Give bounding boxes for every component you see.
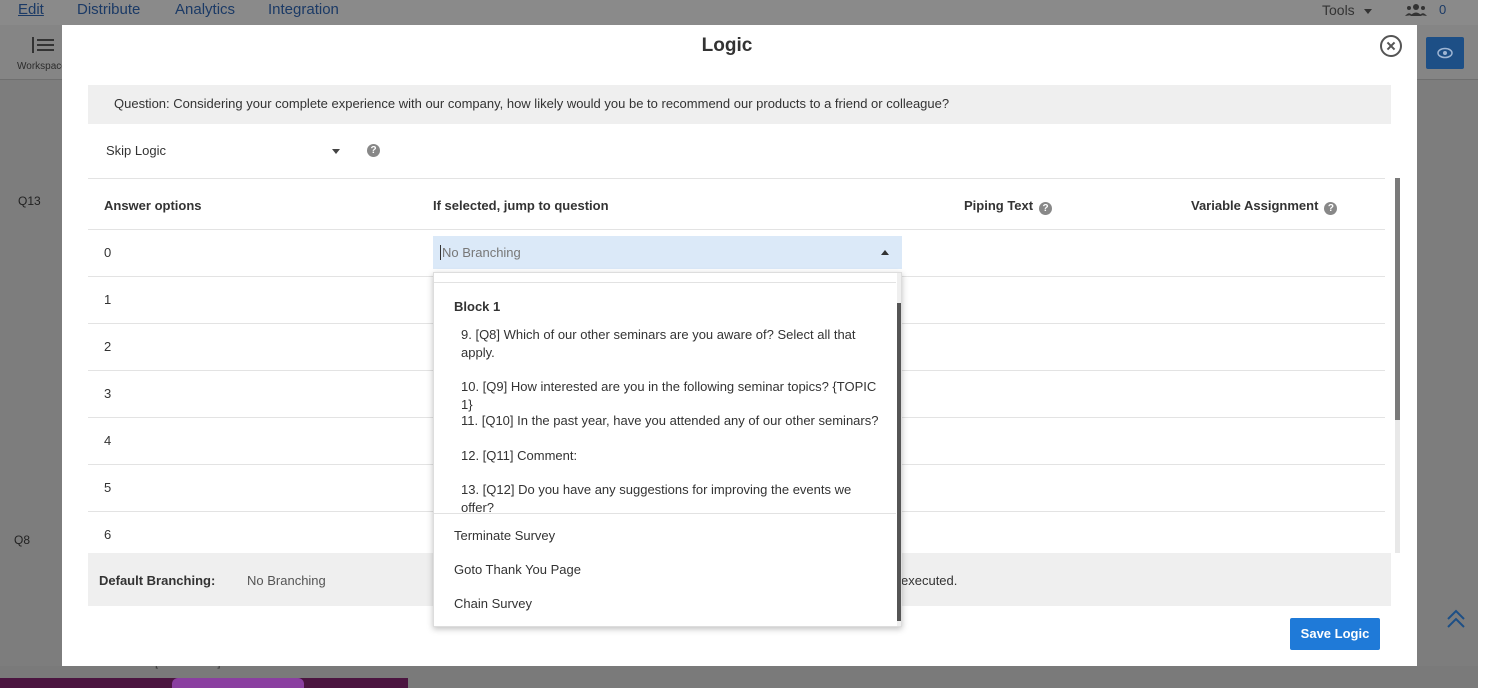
workspace-label: Workspace [17, 61, 67, 72]
question-help-icon[interactable]: ? [367, 144, 380, 157]
dropdown-terminate-survey[interactable]: Terminate Survey [454, 528, 555, 543]
tools-caret-icon [1364, 9, 1372, 14]
bottom-purple-pill [172, 678, 304, 688]
dropdown-divider [434, 513, 896, 514]
piping-help-icon[interactable]: ? [1039, 202, 1053, 215]
nav-distribute[interactable]: Distribute [77, 1, 140, 18]
dropdown-item-q9[interactable]: 10. [Q9] How interested are you in the f… [461, 378, 881, 414]
dropdown-chain-survey[interactable]: Chain Survey [454, 596, 532, 611]
answer-option-label: 4 [104, 433, 112, 448]
modal-title: Logic [701, 35, 753, 56]
nav-integration[interactable]: Integration [268, 1, 339, 18]
answer-option-label: 5 [104, 480, 112, 495]
chevron-up-icon [881, 250, 889, 255]
answer-option-label: 3 [104, 386, 112, 401]
jump-dropdown-menu: Block 1 9. [Q8] Which of our other semin… [433, 272, 902, 627]
answer-option-label: 2 [104, 339, 112, 354]
jump-select-value: No Branching [440, 245, 521, 260]
save-logic-button[interactable]: Save Logic [1290, 618, 1380, 650]
nav-analytics[interactable]: Analytics [175, 1, 235, 18]
eye-icon [1437, 47, 1453, 59]
dropdown-item-q8[interactable]: 9. [Q8] Which of our other seminars are … [461, 326, 881, 362]
question-bar: Question: Considering your complete expe… [88, 85, 1391, 124]
page-scrollbar[interactable] [1478, 0, 1500, 688]
answer-option-label: 0 [104, 245, 112, 260]
column-header-variable-assignment: Variable Assignment? [1191, 198, 1338, 215]
tools-menu[interactable]: Tools [1322, 2, 1355, 18]
scroll-top-icon[interactable] [1445, 608, 1467, 630]
default-branching-select[interactable]: No Branching [247, 573, 326, 588]
question-label-q13: Q13 [18, 194, 41, 208]
users-count: 0 [1439, 2, 1447, 17]
table-scrollbar-thumb[interactable] [1395, 178, 1400, 420]
dropdown-scrollbar-thumb[interactable] [897, 303, 901, 621]
logic-type-select[interactable]: Skip Logic [106, 143, 346, 163]
column-header-jump: If selected, jump to question [433, 198, 609, 213]
column-header-answer-options: Answer options [104, 198, 202, 213]
answer-option-label: 1 [104, 292, 112, 307]
dropdown-group-label: Block 1 [454, 299, 501, 314]
nav-edit[interactable]: Edit [18, 1, 44, 18]
dropdown-item-q10[interactable]: 11. [Q10] In the past year, have you att… [461, 412, 881, 430]
answer-option-label: 6 [104, 527, 112, 542]
users-icon[interactable] [1405, 3, 1427, 17]
dropdown-divider [434, 282, 896, 283]
question-text: Question: Considering your complete expe… [114, 96, 950, 111]
default-branching-note: executed. [901, 573, 958, 588]
dropdown-item-q12[interactable]: 13. [Q12] Do you have any suggestions fo… [461, 481, 881, 517]
dropdown-goto-thank-you[interactable]: Goto Thank You Page [454, 562, 581, 577]
jump-to-question-select[interactable]: No Branching [433, 236, 902, 269]
logic-type-caret-icon [332, 149, 340, 154]
column-header-piping-text: Piping Text? [964, 198, 1053, 215]
preview-button[interactable] [1426, 37, 1464, 69]
variable-help-icon[interactable]: ? [1324, 202, 1338, 215]
question-label-q8: Q8 [14, 533, 31, 547]
close-icon[interactable] [1380, 35, 1402, 57]
workspace-icon[interactable] [31, 35, 55, 55]
dropdown-item-q11[interactable]: 12. [Q11] Comment: [461, 447, 881, 465]
default-branching-label: Default Branching: [99, 573, 216, 588]
